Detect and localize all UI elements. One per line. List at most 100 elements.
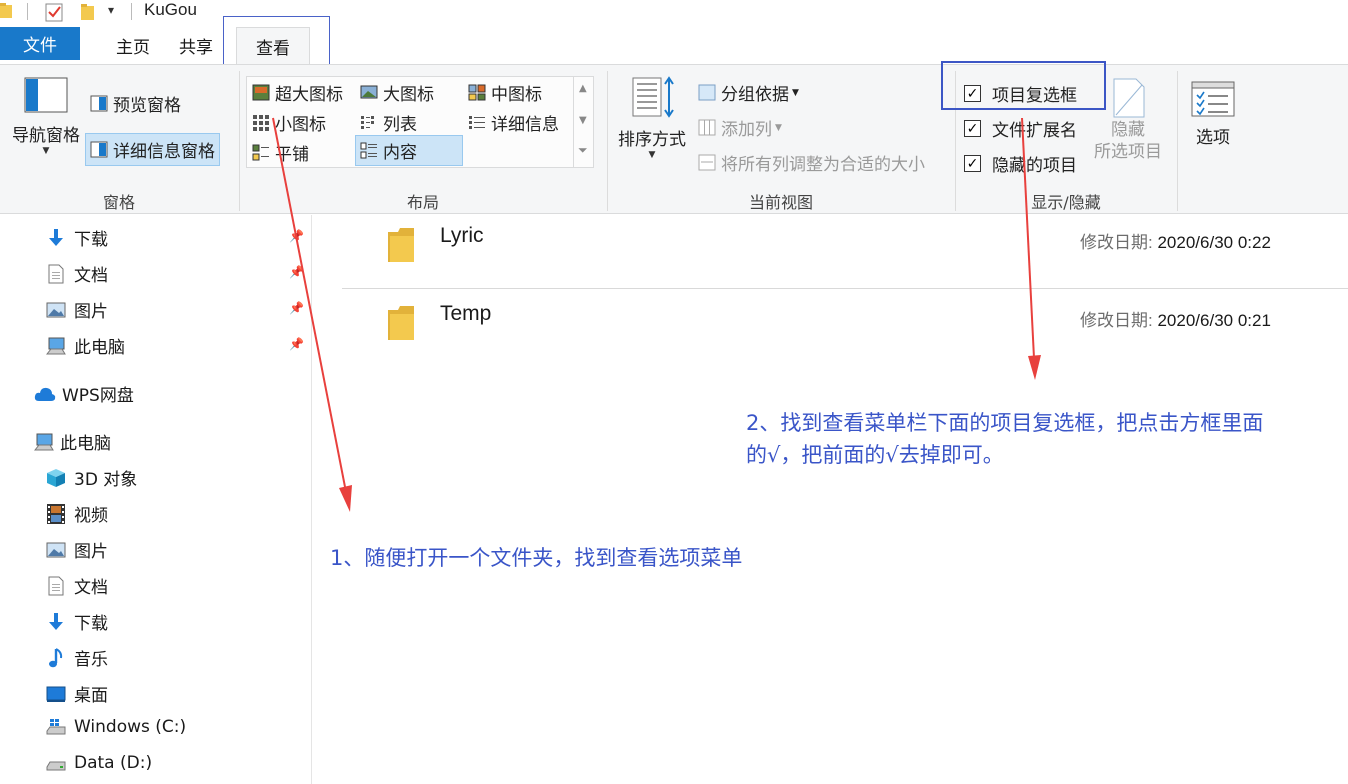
modified-date-label: 修改日期: bbox=[1080, 311, 1153, 330]
group-by-label: 分组依据 bbox=[721, 85, 789, 105]
nav-item-desktop[interactable]: 桌面 bbox=[46, 681, 108, 706]
size-all-columns-button[interactable]: 将所有列调整为合适的大小 bbox=[698, 150, 925, 175]
nav-item-3d-objects[interactable]: 3D 对象 bbox=[46, 465, 137, 490]
layout-large-icons[interactable]: 大图标 bbox=[360, 80, 434, 105]
list-icon bbox=[361, 116, 374, 129]
preview-pane-button[interactable]: 预览窗格 bbox=[90, 91, 181, 116]
scroll-down-icon[interactable]: ▼ bbox=[579, 115, 587, 126]
cloud-icon bbox=[34, 387, 56, 401]
file-row-temp[interactable]: Temp 修改日期: 2020/6/30 0:21 bbox=[340, 296, 1348, 366]
file-modified: 修改日期: 2020/6/30 0:22 bbox=[1080, 228, 1271, 253]
scroll-up-icon[interactable]: ▲ bbox=[579, 83, 587, 94]
tab-file[interactable]: 文件 bbox=[0, 27, 80, 60]
chevron-down-icon: ▼ bbox=[792, 87, 799, 98]
tab-share[interactable]: 共享 bbox=[160, 26, 232, 64]
nav-item-label: WPS网盘 bbox=[62, 386, 134, 406]
layout-tiles[interactable]: 平铺 bbox=[252, 140, 309, 165]
nav-item-label: 3D 对象 bbox=[74, 470, 138, 490]
nav-item-drive-d[interactable]: Data (D:) bbox=[46, 753, 152, 773]
ribbon-view-panel: 导航窗格 ▼ 预览窗格 详细信息窗格 窗格 ▲ ▼ ⏷ 超大图标 大图标 中图标… bbox=[0, 64, 1348, 214]
properties-check-icon[interactable] bbox=[45, 2, 64, 22]
quick-access-dropdown-icon[interactable]: ▾ bbox=[108, 3, 114, 17]
row-divider bbox=[342, 288, 1348, 289]
picture-icon bbox=[46, 542, 66, 557]
file-name: Lyric bbox=[440, 224, 484, 247]
extra-large-icons-icon bbox=[252, 84, 270, 101]
size-columns-icon bbox=[698, 154, 716, 171]
details-pane-label: 详细信息窗格 bbox=[113, 142, 215, 162]
nav-item-videos[interactable]: 视频 bbox=[46, 501, 108, 526]
group-label-current-view: 当前视图 bbox=[748, 193, 813, 212]
layout-small-icons[interactable]: 小图标 bbox=[252, 110, 326, 135]
annotation-step-1: 1、随便打开一个文件夹，找到查看选项菜单 bbox=[330, 546, 743, 570]
nav-item-pictures-pc[interactable]: 图片 bbox=[46, 537, 108, 562]
layout-details[interactable]: 详细信息 bbox=[468, 110, 559, 135]
annotation-step-2-line-2: 的√，把前面的√去掉即可。 bbox=[746, 443, 1004, 467]
add-columns-button[interactable]: 添加列 ▼ bbox=[698, 115, 782, 140]
hide-selected-label-line2: 所选项目 bbox=[1094, 142, 1162, 162]
navigation-pane-button[interactable]: 导航窗格 ▼ bbox=[8, 77, 84, 156]
file-extensions-toggle[interactable]: ✓ 文件扩展名 bbox=[964, 116, 1077, 141]
hidden-items-checkbox[interactable]: ✓ bbox=[964, 155, 981, 172]
pin-icon[interactable]: 📌 bbox=[289, 301, 304, 315]
new-folder-icon[interactable] bbox=[80, 2, 96, 20]
layout-content[interactable]: 内容 bbox=[355, 135, 463, 166]
nav-item-drive-c[interactable]: Windows (C:) bbox=[46, 717, 186, 737]
chevron-down-icon: ▼ bbox=[42, 146, 50, 156]
nav-item-label: 文档 bbox=[74, 578, 108, 598]
sort-by-button[interactable]: 排序方式 ▼ bbox=[614, 75, 690, 160]
nav-item-documents-pc[interactable]: 文档 bbox=[46, 573, 108, 598]
nav-item-downloads-pc[interactable]: 下载 bbox=[46, 609, 108, 634]
options-icon bbox=[1191, 81, 1235, 117]
computer-icon bbox=[46, 337, 66, 354]
hidden-items-label: 隐藏的项目 bbox=[992, 156, 1077, 176]
toolbar-separator bbox=[27, 3, 28, 20]
nav-item-wps-cloud[interactable]: WPS网盘 bbox=[34, 381, 134, 406]
file-name: Temp bbox=[440, 302, 492, 325]
options-button[interactable]: 选项 bbox=[1182, 81, 1244, 148]
hidden-items-toggle[interactable]: ✓ 隐藏的项目 bbox=[964, 151, 1077, 176]
small-icons-icon bbox=[253, 115, 269, 131]
annotation-item-checkboxes-highlight bbox=[941, 61, 1106, 110]
layout-gallery-scroll[interactable]: ▲ ▼ ⏷ bbox=[573, 77, 593, 167]
gallery-expand-icon[interactable]: ⏷ bbox=[578, 143, 588, 158]
add-columns-label: 添加列 bbox=[721, 120, 772, 140]
medium-icons-icon bbox=[468, 84, 486, 101]
file-row-lyric[interactable]: Lyric 修改日期: 2020/6/30 0:22 bbox=[340, 218, 1348, 288]
annotation-step-2-line-1: 2、找到查看菜单栏下面的项目复选框，把点击方框里面 bbox=[746, 411, 1264, 435]
list-label: 列表 bbox=[383, 115, 417, 135]
document-icon bbox=[48, 264, 64, 283]
layout-list[interactable]: 列表 bbox=[360, 110, 417, 135]
size-all-columns-label: 将所有列调整为合适的大小 bbox=[721, 155, 925, 175]
layout-extra-large-icons[interactable]: 超大图标 bbox=[252, 80, 343, 105]
nav-item-music[interactable]: 音乐 bbox=[46, 645, 108, 670]
group-separator bbox=[1177, 71, 1178, 211]
large-icons-icon bbox=[360, 85, 378, 99]
nav-item-label: 此电脑 bbox=[74, 338, 125, 358]
file-extensions-checkbox[interactable]: ✓ bbox=[964, 120, 981, 137]
details-view-label: 详细信息 bbox=[491, 115, 559, 135]
layout-medium-icons[interactable]: 中图标 bbox=[468, 80, 542, 105]
details-pane-button[interactable]: 详细信息窗格 bbox=[85, 133, 220, 166]
nav-item-downloads[interactable]: 下载 bbox=[46, 225, 108, 250]
folder-icon[interactable] bbox=[0, 2, 12, 18]
drive-icon bbox=[46, 761, 66, 771]
nav-item-label: 视频 bbox=[74, 506, 108, 526]
title-bar: ▾ KuGou bbox=[0, 0, 1348, 24]
nav-item-pictures[interactable]: 图片 bbox=[46, 297, 108, 322]
sort-by-label: 排序方式 bbox=[618, 130, 686, 150]
pin-icon[interactable]: 📌 bbox=[289, 229, 304, 243]
pin-icon[interactable]: 📌 bbox=[289, 265, 304, 279]
chevron-down-icon: ▼ bbox=[775, 122, 782, 133]
sort-by-icon bbox=[632, 76, 674, 118]
modified-date-label: 修改日期: bbox=[1080, 233, 1153, 252]
document-icon bbox=[48, 576, 64, 595]
group-by-button[interactable]: 分组依据 ▼ bbox=[698, 80, 799, 105]
nav-item-this-pc-pinned[interactable]: 此电脑 bbox=[46, 333, 125, 358]
content-view-label: 内容 bbox=[383, 143, 417, 163]
nav-item-this-pc[interactable]: 此电脑 bbox=[34, 429, 111, 454]
video-film-icon bbox=[47, 503, 65, 524]
download-arrow-icon bbox=[49, 612, 63, 630]
nav-item-documents[interactable]: 文档 bbox=[46, 261, 108, 286]
pin-icon[interactable]: 📌 bbox=[289, 337, 304, 351]
